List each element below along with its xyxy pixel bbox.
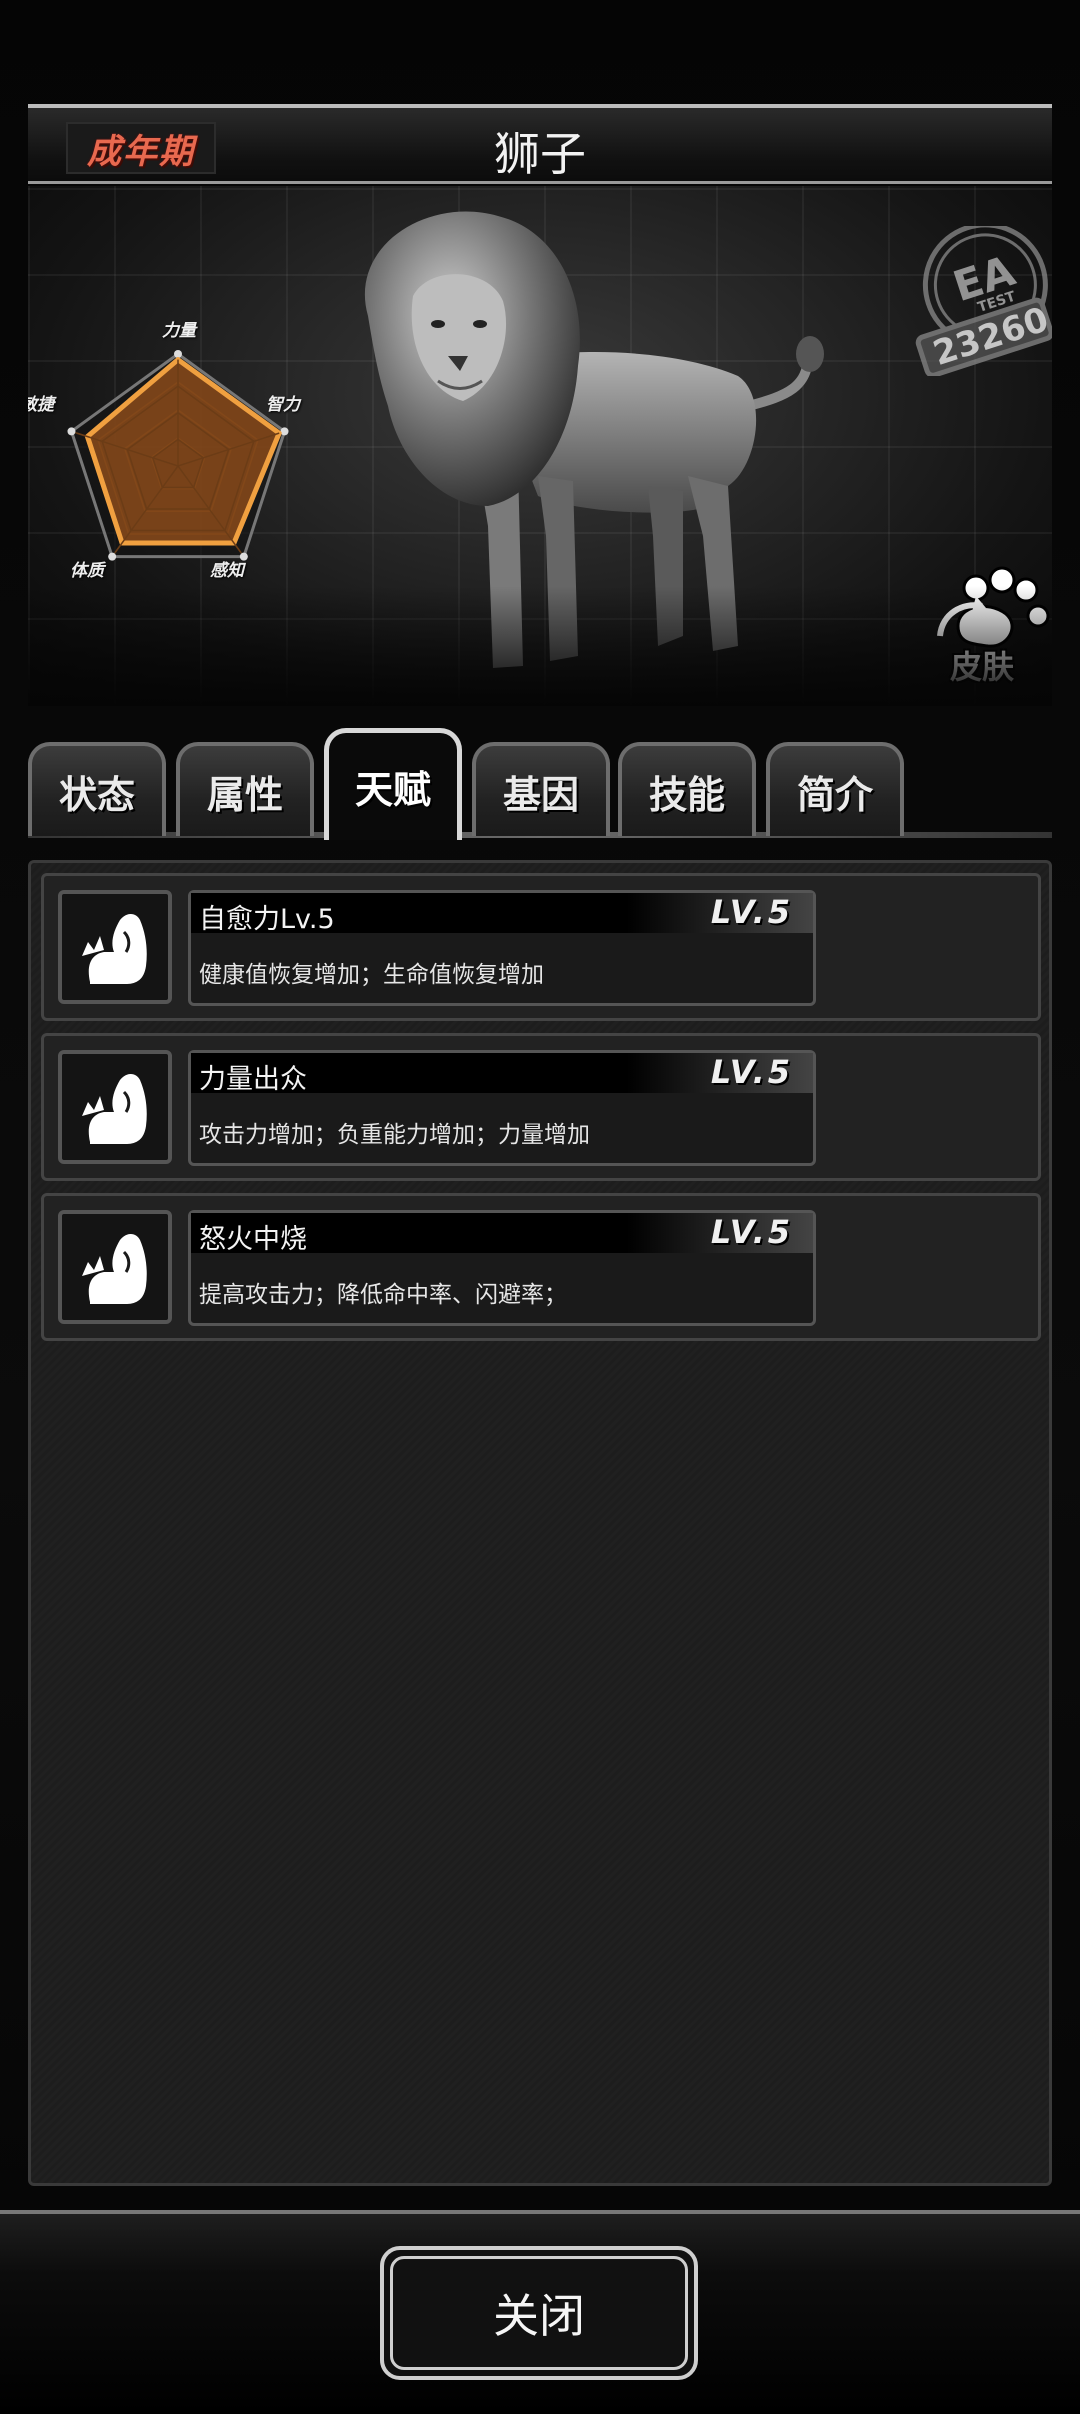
talent-description: 健康值恢复增加；生命值恢复增加 [199,962,544,988]
tab-status[interactable]: 状态 [28,742,166,836]
talent-row[interactable]: 怒火中烧 LV.5 提高攻击力；降低命中率、闪避率； [41,1193,1041,1341]
muscle-arm-icon [82,1234,147,1304]
talent-row[interactable]: 自愈力Lv.5 LV.5 健康值恢复增加；生命值恢复增加 [41,873,1041,1021]
tab-skills[interactable]: 技能 [618,742,756,836]
radar-label-perception: 感知 [210,561,244,581]
tab-talent[interactable]: 天赋 [324,728,462,840]
radar-vertex-agility [67,427,76,436]
pet-detail-screen: 成年期 狮子 力量 智力 感知 体质 捷 EA TEST 23260 状态 属性… [0,0,1080,2414]
talent-level: LV.5 [710,893,793,931]
radar-label-strength: 力量 [162,321,196,341]
tab-genes[interactable]: 基因 [472,742,610,836]
radar-vertex-intelligence [280,427,289,436]
muscle-arm-icon [82,1074,147,1144]
talent-level: LV.5 [710,1053,793,1091]
header-bar: 成年期 狮子 [28,104,1052,184]
radar-label-constitution: 体质 [70,561,104,581]
tab-attributes[interactable]: 属性 [176,742,314,836]
talent-row[interactable]: 力量出众 LV.5 攻击力增加；负重能力增加；力量增加 [41,1033,1041,1181]
animal-showcase: 力量 智力 感知 体质 敏捷 EA TEST 23260 [28,186,1052,706]
radar-vertex-strength [174,350,182,358]
talent-icon-frame [58,1050,172,1164]
radar-label-agility: 敏捷 [28,395,54,415]
close-button[interactable]: 关闭 [380,2246,698,2380]
talent-level: LV.5 [710,1213,793,1251]
talent-panel: 自愈力Lv.5 LV.5 健康值恢复增加；生命值恢复增加 力量出众 LV.5 攻… [28,860,1052,2186]
tab-bar: 状态 属性 天赋 基因 技能 简介 [28,728,1052,840]
radar-label-intelligence: 智力 [266,395,300,415]
radar-vertex-constitution [108,552,117,561]
talent-info: 自愈力Lv.5 LV.5 健康值恢复增加；生命值恢复增加 [188,890,816,1006]
talent-icon-frame [58,1210,172,1324]
muscle-arm-icon [82,914,147,984]
talent-name: 自愈力Lv.5 [199,904,335,935]
talent-info: 力量出众 LV.5 攻击力增加；负重能力增加；力量增加 [188,1050,816,1166]
talent-info: 怒火中烧 LV.5 提高攻击力；降低命中率、闪避率； [188,1210,816,1326]
close-button-label: 关闭 [493,2289,585,2343]
talent-icon-frame [58,890,172,1004]
tab-intro[interactable]: 简介 [766,742,904,836]
talent-description: 提高攻击力；降低命中率、闪避率； [199,1282,567,1308]
talent-name: 怒火中烧 [199,1224,307,1255]
talent-name: 力量出众 [199,1064,307,1095]
attribute-radar-chart: 力量 智力 感知 体质 敏捷 [28,316,328,616]
page-title: 狮子 [494,127,586,181]
ea-test-stamp: EA TEST 23260 [915,226,1052,376]
talent-description: 攻击力增加；负重能力增加；力量增加 [199,1122,590,1148]
